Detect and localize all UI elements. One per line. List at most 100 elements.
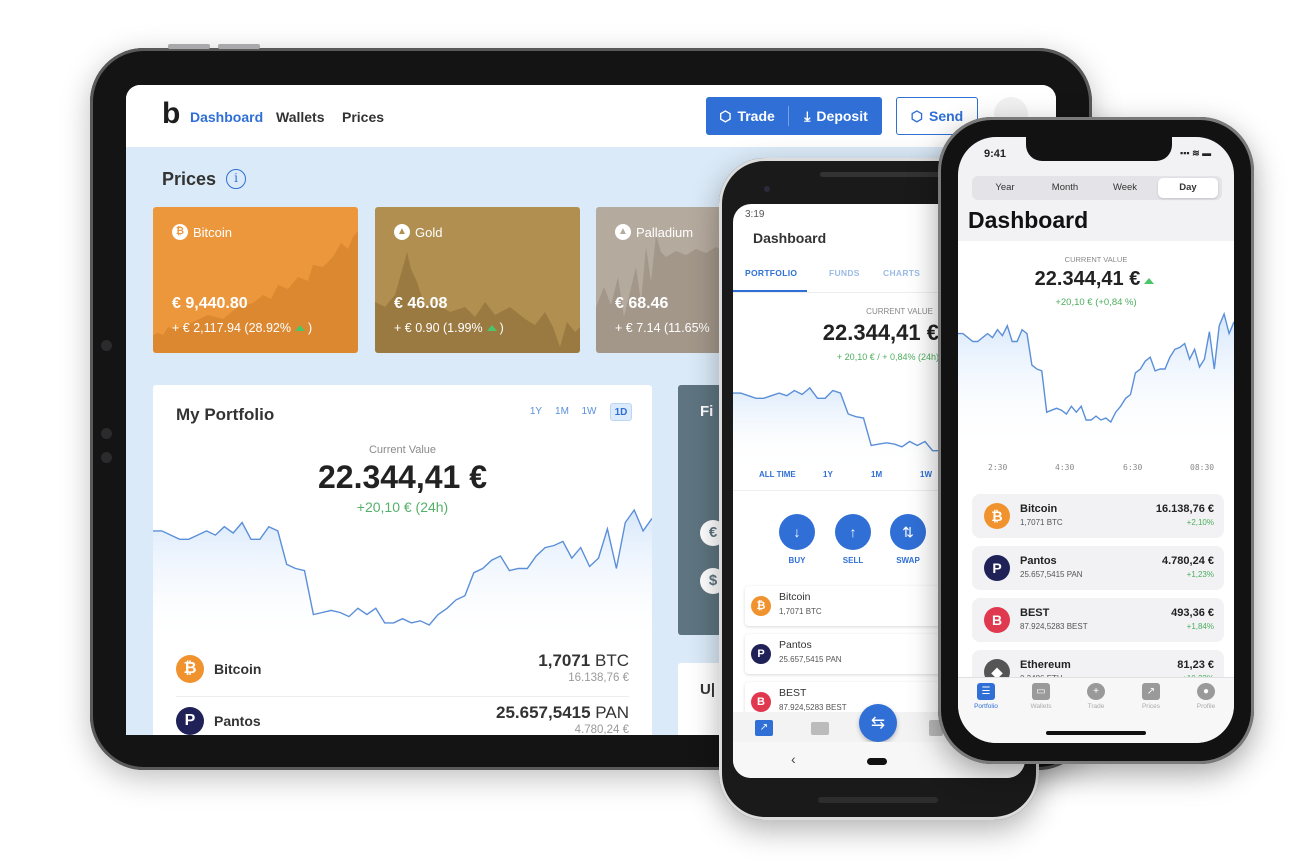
brand-logo[interactable]: b	[162, 97, 180, 131]
portfolio-icon: ☰	[977, 683, 995, 700]
asset-eur-value: 16.138,76 €	[568, 672, 629, 684]
signal-wifi-battery-icon: ▪▪▪ ≋ ▬	[1180, 148, 1212, 158]
swap-label: SWAP	[896, 556, 920, 565]
send-icon: ⬡	[910, 107, 923, 124]
asset-row-bitcoin[interactable]: ₿ Bitcoin 1,7071 BTC 16.138,76 €	[176, 645, 629, 697]
range-all-time[interactable]: ALL TIME	[759, 470, 796, 479]
tab-wallets[interactable]: ▭ Wallets	[1016, 683, 1066, 710]
asset-row-pantos[interactable]: P Pantos 25.657,5415 PAN 4.780,24 €	[176, 697, 629, 735]
iphone-screen: 9:41 ▪▪▪ ≋ ▬ Year Month Week Day Dashboa…	[958, 137, 1234, 743]
wallet-nav-icon[interactable]	[811, 722, 829, 735]
price-card-change: + € 0.90 (1.99%)	[394, 321, 504, 335]
nav-wallets[interactable]: Wallets	[276, 109, 325, 125]
swap-fab-button[interactable]: ⇆	[859, 704, 897, 742]
upcoming-card-title: U|	[700, 681, 716, 698]
top-navigation-bar: b Dashboard Wallets Prices ⬡ Trade ⤓ Dep…	[126, 85, 1056, 147]
asset-change: +2,10%	[1186, 518, 1214, 527]
profile-icon: ●	[1197, 683, 1215, 700]
home-indicator	[1046, 731, 1146, 735]
info-icon[interactable]: i	[226, 169, 246, 189]
asset-card-pantos[interactable]: P Pantos 25.657,5415 PAN 4.780,24 € +1,2…	[972, 546, 1224, 590]
segment-month[interactable]: Month	[1036, 176, 1094, 200]
asset-name: Pantos	[1020, 555, 1057, 567]
android-speaker	[820, 172, 950, 177]
amount-unit: BTC	[595, 651, 629, 670]
bitcoin-icon: ₿	[176, 655, 204, 683]
asset-change: +1,84%	[1186, 622, 1214, 631]
bitcoin-icon: ₿	[751, 596, 771, 616]
tab-portfolio[interactable]: PORTFOLIO	[745, 268, 797, 278]
tab-profile[interactable]: ● Profile	[1181, 683, 1231, 710]
trade-deposit-button-group: ⬡ Trade ⤓ Deposit	[706, 97, 882, 135]
asset-amount: 1,7071 BTC	[779, 607, 822, 616]
chart-nav-icon[interactable]: ↗	[755, 720, 773, 736]
asset-amount: 25.657,5415 PAN	[496, 703, 629, 723]
tablet-volume-button	[168, 44, 210, 49]
deposit-button[interactable]: ⤓ Deposit	[790, 97, 882, 135]
amount-value: 25.657,5415	[496, 703, 591, 722]
segment-year[interactable]: Year	[976, 176, 1034, 200]
fiat-card-title: Fi	[700, 403, 714, 420]
iphone-notch	[1026, 137, 1172, 161]
nav-dashboard[interactable]: Dashboard	[190, 109, 263, 125]
asset-name: BEST	[779, 687, 807, 699]
up-arrow-icon	[1144, 278, 1155, 284]
home-pill-icon[interactable]	[867, 758, 887, 765]
asset-card-best[interactable]: B BEST 87.924,5283 BEST 493,36 € +1,84%	[972, 598, 1224, 642]
segment-week[interactable]: Week	[1096, 176, 1154, 200]
tablet-volume-button	[218, 44, 260, 49]
asset-change: +1,23%	[1186, 570, 1214, 579]
best-icon: B	[984, 607, 1010, 633]
price-card-gold[interactable]: ▲ Gold € 46.08 + € 0.90 (1.99%)	[375, 207, 580, 353]
status-time: 3:19	[745, 209, 765, 220]
trade-button[interactable]: ⬡ Trade	[706, 97, 788, 135]
tablet-camera-cluster	[101, 340, 112, 466]
tab-label: Prices	[1141, 703, 1161, 710]
range-1m[interactable]: 1M	[871, 470, 882, 479]
asset-name: BEST	[1020, 607, 1050, 619]
asset-name: Bitcoin	[1020, 503, 1058, 515]
asset-eur-value: 4.780,24 €	[574, 724, 629, 735]
amount-unit: PAN	[595, 703, 629, 722]
best-icon: B	[751, 692, 771, 712]
current-value-text: 22.344,41 €	[1034, 268, 1141, 290]
pantos-icon: P	[751, 644, 771, 664]
current-value: 22.344,41 €	[958, 268, 1234, 291]
prices-chart-icon: ↗	[1142, 683, 1160, 700]
current-value: 22.344,41 €	[317, 459, 488, 495]
button-divider	[788, 106, 789, 126]
trade-icon: ⬡	[719, 107, 732, 124]
tab-funds[interactable]: FUNDS	[829, 268, 860, 278]
back-icon[interactable]: ‹	[791, 751, 796, 767]
deposit-button-label: Deposit	[816, 108, 868, 124]
price-card-bitcoin[interactable]: ₿ Bitcoin € 9,440.80 + € 2,117.94 (28.92…	[153, 207, 358, 353]
status-time: 9:41	[984, 148, 1007, 160]
asset-card-bitcoin[interactable]: ₿ Bitcoin 1,7071 BTC 16.138,76 € +2,10%	[972, 494, 1224, 538]
range-1w[interactable]: 1W	[578, 403, 600, 421]
range-1y[interactable]: 1Y	[823, 470, 833, 479]
tab-label: Profile	[1196, 703, 1216, 710]
pantos-icon: P	[176, 707, 204, 735]
asset-name: Bitcoin	[214, 661, 262, 677]
android-bottom-speaker	[818, 797, 938, 803]
tab-trade[interactable]: + Trade	[1071, 683, 1121, 710]
sell-button[interactable]: ↑	[835, 514, 871, 550]
tab-portfolio[interactable]: ☰ Portfolio	[961, 683, 1011, 710]
price-card-change: + € 2,117.94 (28.92%)	[172, 321, 312, 335]
tab-label: Wallets	[1030, 703, 1052, 710]
range-1m[interactable]: 1M	[551, 403, 573, 421]
chart-area	[153, 510, 652, 645]
swap-button[interactable]: ⇅	[890, 514, 926, 550]
segment-day[interactable]: Day	[1158, 178, 1218, 198]
tab-prices[interactable]: ↗ Prices	[1126, 683, 1176, 710]
chart-area	[958, 314, 1234, 452]
buy-button[interactable]: ↓	[779, 514, 815, 550]
tab-charts[interactable]: CHARTS	[883, 268, 920, 278]
range-1w[interactable]: 1W	[920, 470, 932, 479]
nav-prices[interactable]: Prices	[342, 109, 384, 125]
send-button-label: Send	[929, 108, 964, 124]
x-tick-label: 2:30	[988, 463, 1008, 472]
asset-amount: 1,7071 BTC	[1020, 518, 1063, 527]
range-1y[interactable]: 1Y	[525, 403, 547, 421]
range-1d[interactable]: 1D	[610, 403, 632, 421]
